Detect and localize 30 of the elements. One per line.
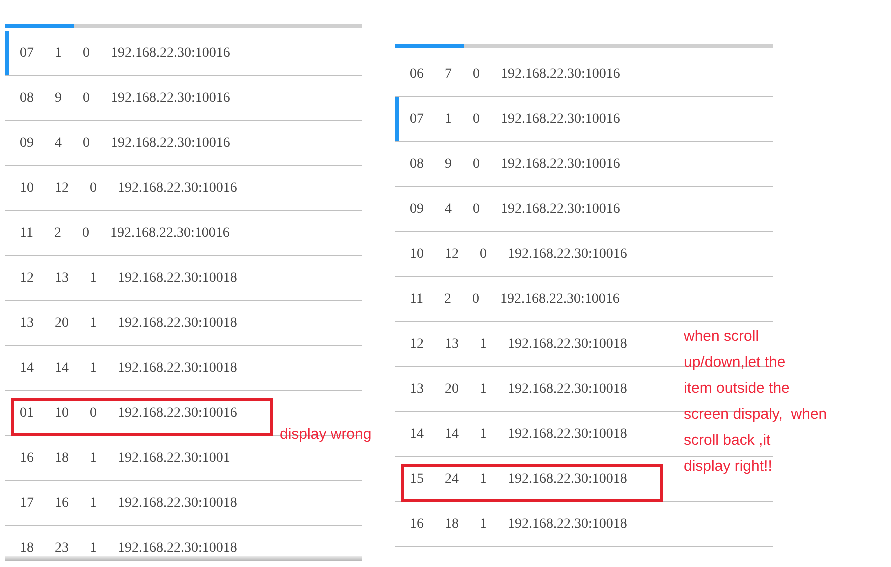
list-item[interactable]: 18 23 1 192.168.22.30:10018 [5, 526, 280, 556]
list-item[interactable]: 10 12 0 192.168.22.30:10016 [395, 232, 670, 276]
list-item[interactable]: 14 14 1 192.168.22.30:10018 [5, 346, 280, 390]
list-item[interactable]: 13 20 1 192.168.22.30:10018 [5, 301, 280, 345]
list-item[interactable]: 06 7 0 192.168.22.30:10016 [395, 52, 670, 96]
list-item[interactable]: 16 18 1 192.168.22.30:10018 [395, 502, 670, 546]
list-item[interactable]: 01 10 0 192.168.22.30:10016 [5, 391, 280, 435]
annotation-text: up/down,let the [684, 353, 787, 373]
list-item[interactable]: 09 4 0 192.168.22.30:10016 [5, 121, 280, 165]
list-item[interactable]: 11 2 0 192.168.22.30:10016 [5, 211, 280, 255]
list-item[interactable]: 10 12 0 192.168.22.30:10016 [5, 166, 280, 210]
list-item[interactable]: 07 1 0 192.168.22.30:10016 [5, 31, 280, 75]
list-item[interactable]: 08 9 0 192.168.22.30:10016 [395, 142, 670, 186]
annotation-text: screen dispaly, when [684, 405, 828, 425]
list-item[interactable]: 17 16 1 192.168.22.30:10018 [5, 481, 280, 525]
annotation-text: when scroll [684, 327, 760, 347]
list-item[interactable]: 14 14 1 192.168.22.30:10018 [395, 412, 670, 456]
list-item[interactable]: 11 2 0 192.168.22.30:10016 [395, 277, 670, 321]
annotation-text: scroll back ,it [684, 431, 772, 451]
list-item[interactable]: 09 4 0 192.168.22.30:10016 [395, 187, 670, 231]
list-item[interactable]: 15 24 1 192.168.22.30:10018 [395, 457, 670, 501]
list-item[interactable]: 13 20 1 192.168.22.30:10018 [395, 367, 670, 411]
list-item[interactable]: 12 13 1 192.168.22.30:10018 [5, 256, 280, 300]
list-item[interactable]: 12 13 1 192.168.22.30:10018 [395, 322, 670, 366]
annotation-text: display wrong [280, 426, 372, 443]
list-item[interactable]: 07 1 0 192.168.22.30:10016 [395, 97, 670, 141]
annotation-text: display right!! [684, 457, 774, 477]
list-item[interactable]: 16 18 1 192.168.22.30:1001 [5, 436, 280, 480]
list-item[interactable]: 08 9 0 192.168.22.30:10016 [5, 76, 280, 120]
annotation-text: item outside the [684, 379, 791, 399]
